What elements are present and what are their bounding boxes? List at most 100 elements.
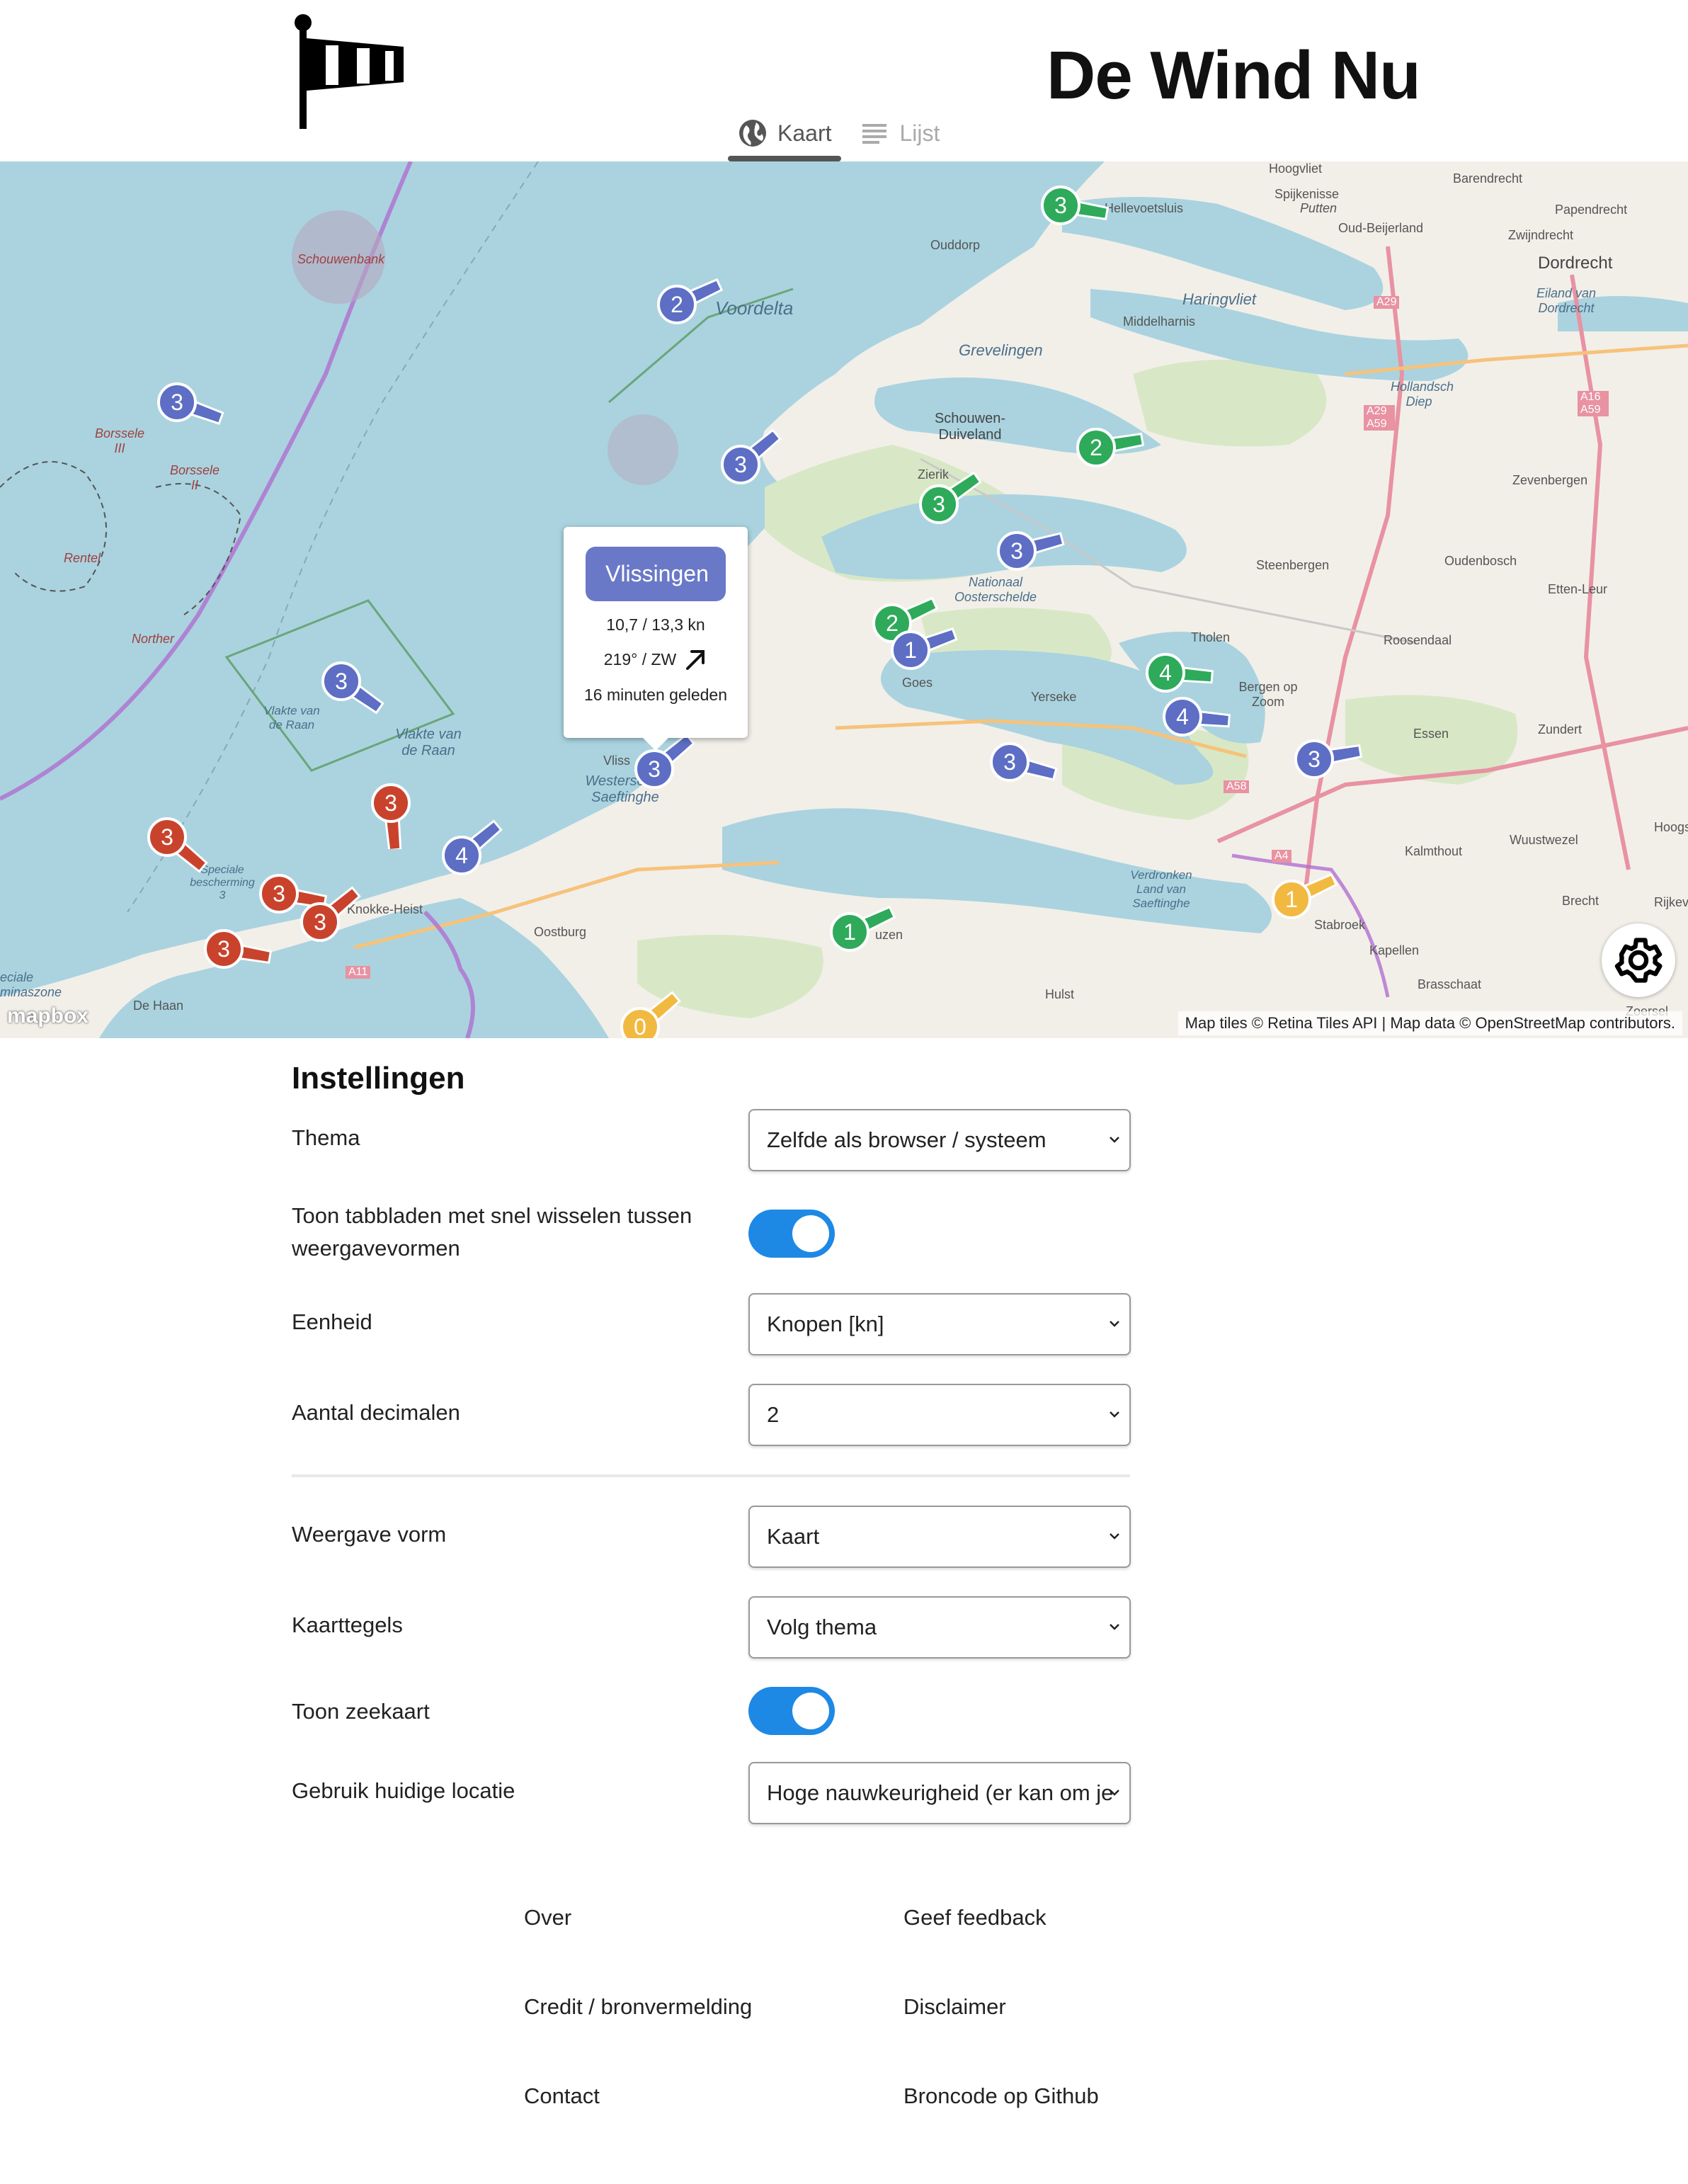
tab-kaart[interactable]: Kaart: [728, 105, 842, 161]
theme-select[interactable]: Zelfde als browser / systeem: [748, 1109, 1131, 1171]
theme-value: Zelfde als browser / systeem: [767, 1127, 1047, 1152]
wind-marker-label: 0: [634, 1014, 646, 1038]
wind-speed-text: 10,7 / 13,3 kn: [606, 615, 705, 634]
toggle-knob: [792, 1693, 829, 1729]
wind-marker[interactable]: 3: [981, 716, 1073, 808]
wind-marker[interactable]: 3: [195, 903, 287, 995]
wind-direction-text: 219° / ZW: [603, 649, 677, 669]
tabs-toggle-label: Toon tabbladen met snel wisselen tussen …: [292, 1203, 692, 1261]
decimals-label: Aantal decimalen: [292, 1400, 460, 1425]
map-attribution[interactable]: Map tiles © Retina Tiles API | Map data …: [1177, 1011, 1682, 1035]
place-label: Norther: [132, 632, 175, 646]
windsock-logo-icon[interactable]: [290, 13, 412, 130]
wind-marker-label: 3: [335, 669, 348, 694]
place-label: Putten: [1300, 201, 1338, 215]
wind-marker-label: 3: [1054, 193, 1067, 218]
place-label: eciale minaszone: [0, 970, 62, 999]
footer-link-github[interactable]: Broncode op Github: [903, 2083, 1099, 2109]
unit-label: Eenheid: [292, 1309, 372, 1334]
place-label: Spijkenisse: [1274, 187, 1340, 201]
wind-marker[interactable]: 3: [292, 876, 384, 968]
place-label: Hollandsch Diep: [1391, 380, 1454, 409]
tab-lijst-label: Lijst: [899, 120, 940, 146]
seachart-toggle-switch[interactable]: [748, 1687, 835, 1735]
decimals-value: 2: [767, 1402, 780, 1427]
toggle-knob: [792, 1215, 829, 1252]
place-label: Zevenbergen: [1512, 473, 1588, 487]
wind-marker-label: 3: [933, 491, 945, 517]
location-select[interactable]: Hoge nauwkeurigheid (er kan om je: [748, 1762, 1131, 1824]
wind-marker[interactable]: 3: [139, 791, 231, 883]
wind-marker[interactable]: 4: [1154, 671, 1246, 763]
unit-select[interactable]: Knopen [kn]: [748, 1293, 1131, 1355]
wind-marker[interactable]: 1: [882, 604, 974, 696]
road-label: A29 A59: [1364, 405, 1395, 431]
wind-marker[interactable]: 3: [313, 635, 405, 727]
wind-marker[interactable]: 3: [1286, 713, 1378, 805]
settings-divider: [292, 1474, 1130, 1477]
place-label: Hoogvliet: [1269, 161, 1323, 176]
view-select[interactable]: Kaart: [748, 1506, 1131, 1568]
place-label: Verdronken Land van Saeftinghe: [1130, 868, 1192, 910]
place-label: Schouwenbank: [297, 252, 385, 266]
wind-marker-label: 3: [384, 790, 397, 816]
tiles-value: Volg thema: [767, 1615, 877, 1639]
tab-lijst[interactable]: Lijst: [850, 105, 950, 161]
station-name-button[interactable]: Vlissingen: [586, 547, 726, 601]
gear-icon: [1614, 938, 1663, 983]
place-label: Etten-Leur: [1548, 582, 1608, 596]
footer-link-contact[interactable]: Contact: [524, 2083, 600, 2109]
site-title: De Wind Nu: [1047, 38, 1421, 113]
decimals-select[interactable]: 2: [748, 1384, 1131, 1446]
wind-marker[interactable]: 1: [821, 886, 913, 978]
place-label: Haringvliet: [1182, 290, 1256, 308]
footer-link-over[interactable]: Over: [524, 1905, 571, 1930]
place-label: Papendrecht: [1555, 203, 1628, 217]
wind-marker-label: 4: [1176, 704, 1189, 729]
place-label: Wuustwezel: [1510, 833, 1578, 847]
place-label: Grevelingen: [959, 341, 1043, 359]
wind-marker[interactable]: 1: [1263, 853, 1355, 945]
footer-link-feedback[interactable]: Geef feedback: [903, 1905, 1047, 1930]
list-icon: [862, 124, 887, 144]
wind-marker[interactable]: 4: [433, 809, 525, 902]
wind-marker-label: 1: [904, 637, 917, 663]
footer-link-disclaimer[interactable]: Disclaimer: [903, 1994, 1006, 2020]
wind-map[interactable]: Hellevoetsluis Spijkenisse Putten Hoogvl…: [0, 161, 1688, 1038]
mapbox-logo[interactable]: mapbox: [7, 1004, 89, 1028]
place-label: Brasschaat: [1418, 977, 1482, 991]
wind-marker-label: 3: [161, 824, 173, 850]
settings-panel: Instellingen Thema Zelfde als browser / …: [292, 1041, 1131, 1824]
wind-marker-label: 3: [1003, 749, 1016, 775]
wind-marker[interactable]: 3: [1032, 161, 1124, 251]
place-label: Steenbergen: [1256, 558, 1330, 572]
wind-marker[interactable]: 3: [988, 505, 1080, 597]
tabs-toggle-switch[interactable]: [748, 1210, 835, 1258]
wind-marker[interactable]: 2: [649, 258, 741, 351]
wind-marker[interactable]: 0: [612, 981, 704, 1038]
wind-marker[interactable]: 3: [712, 419, 804, 511]
place-label: Zundert: [1538, 722, 1582, 736]
place-label: Vlakte van de Raan: [395, 727, 462, 758]
place-label: Borssele III: [95, 426, 145, 455]
place-label: Rentel: [64, 551, 101, 565]
place-label: Oudenbosch: [1444, 554, 1517, 568]
tiles-select[interactable]: Volg thema: [748, 1596, 1131, 1659]
site-header: De Wind Nu Kaart Lijst: [0, 0, 1688, 161]
wind-marker-label: 2: [1090, 435, 1102, 460]
wind-marker[interactable]: 2: [1068, 402, 1160, 494]
settings-heading: Instellingen: [292, 1061, 465, 1096]
wind-marker-label: 3: [648, 756, 661, 782]
wind-marker-label: 1: [843, 919, 856, 945]
place-label: Oostburg: [534, 925, 587, 939]
wind-marker-label: 3: [314, 909, 326, 935]
place-label: Kapellen: [1369, 943, 1420, 957]
place-label: Borssele II: [170, 463, 220, 492]
arrow-up-right-icon: [686, 650, 705, 670]
view-value: Kaart: [767, 1524, 820, 1549]
footer-link-credit[interactable]: Credit / bronvermelding: [524, 1994, 752, 2020]
map-settings-button[interactable]: [1602, 923, 1675, 997]
tab-kaart-label: Kaart: [777, 120, 832, 146]
wind-marker-label: 4: [455, 843, 468, 868]
wind-marker[interactable]: 3: [149, 356, 241, 448]
